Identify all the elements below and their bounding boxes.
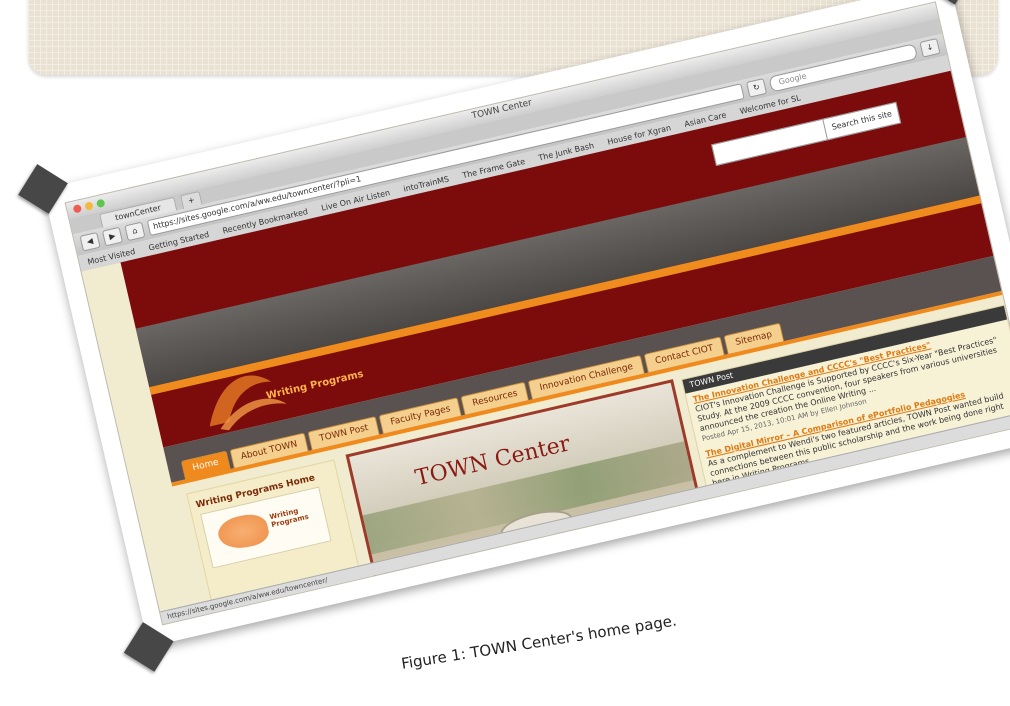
thumbnail-text: Writing Programs <box>268 506 310 530</box>
window-controls <box>72 198 106 214</box>
home-icon[interactable]: ⌂ <box>124 221 146 242</box>
back-arrow-icon[interactable]: ◀ <box>79 231 101 252</box>
screenshot-photo: TOWN Center townCenter + ◀ ▶ ⌂ https://s… <box>18 0 1010 672</box>
logo-swirl-icon <box>215 510 272 553</box>
forward-arrow-icon[interactable]: ▶ <box>101 226 124 247</box>
figure-caption: Figure 1: TOWN Center's home page. <box>400 611 678 673</box>
minimize-window-button[interactable] <box>84 201 94 211</box>
twitter-icon[interactable]: t <box>262 619 282 626</box>
reload-icon[interactable]: ↻ <box>745 78 768 98</box>
download-icon[interactable]: ↓ <box>919 38 941 58</box>
browser-window: TOWN Center townCenter + ◀ ▶ ⌂ https://s… <box>64 1 1010 626</box>
zoom-window-button[interactable] <box>95 198 106 209</box>
close-window-button[interactable] <box>72 203 83 214</box>
